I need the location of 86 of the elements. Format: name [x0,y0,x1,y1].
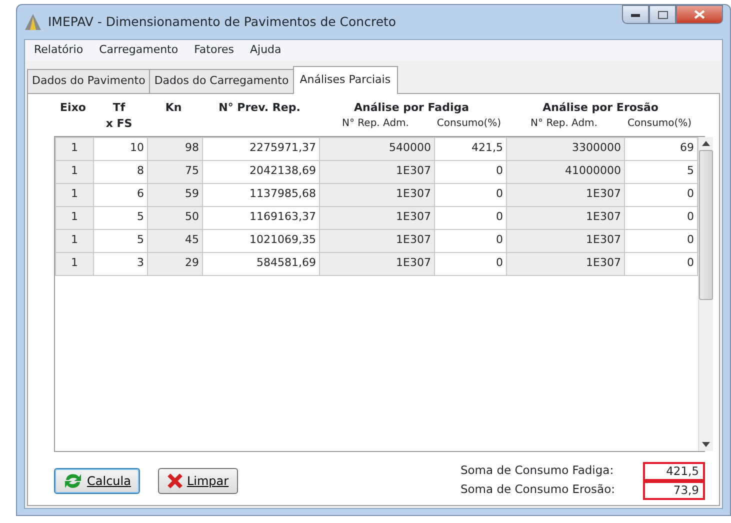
table-cell: 69 [624,137,698,160]
table-cell: 41000000 [506,160,624,183]
table-cell: 0 [624,252,698,275]
total-value: 73,9 [643,480,705,500]
table-cell: 1 [56,229,94,252]
table-cell: 0 [434,206,506,229]
table-cell: 5 [94,229,148,252]
table-cell: 1E307 [320,160,434,183]
maximize-button[interactable] [649,5,676,24]
table-cell: 1E307 [320,252,434,275]
vertical-scrollbar[interactable] [698,136,713,450]
table-cell: 1E307 [320,229,434,252]
column-header: Consumo(%) [436,118,502,129]
column-header: Consumo(%) [627,118,692,129]
table-cell: 1137985,68 [202,183,320,206]
table-cell: 1 [56,160,94,183]
clear-button[interactable]: Limpar [158,468,238,494]
x-icon [166,472,183,488]
table-cell: 3300000 [506,137,624,160]
table-cell: 0 [434,183,506,206]
table-cell: 8 [94,160,148,183]
tab[interactable]: Dados do Carregamento [149,69,294,92]
maximize-icon [658,10,668,18]
column-header: Kn [165,100,182,114]
table-cell: 2275971,37 [202,137,320,160]
group-header: Análise por Erosão [542,100,658,114]
table-cell: 1169163,37 [202,206,320,229]
table-cell: 0 [434,160,506,183]
table-cell: 29 [148,252,202,275]
menu-item[interactable]: Ajuda [243,40,288,61]
menu-item[interactable]: Carregamento [92,40,186,61]
calculate-button[interactable]: Calcula [54,468,140,494]
table-cell: 98 [148,137,202,160]
table-cell: 0 [624,206,698,229]
table-cell: 6 [94,183,148,206]
column-header: N° Rep. Adm. [530,118,598,129]
table-cell: 540000 [320,137,434,160]
table-cell: 1E307 [320,183,434,206]
table-cell: 5 [94,206,148,229]
table-cell: 0 [624,183,698,206]
table-cell: 10 [94,137,148,160]
table-cell: 584581,69 [202,252,320,275]
table-cell: 0 [434,229,506,252]
minimize-icon [631,12,640,16]
table-cell: 5 [624,160,698,183]
table-cell: 75 [148,160,202,183]
table-cell: 1E307 [506,206,624,229]
window-title: IMEPAV - Dimensionamento de Pavimentos de Concreto [48,12,396,31]
table-cell: 1021069,35 [202,229,320,252]
table-cell: 59 [148,183,202,206]
table-cell: 2042138,69 [202,160,320,183]
close-button[interactable] [676,5,723,24]
table-cell: 421,5 [434,137,506,160]
table-cell: 1 [56,206,94,229]
table-cell: 50 [148,206,202,229]
scroll-down-icon[interactable] [702,442,710,446]
table-cell: 1E307 [506,252,624,275]
refresh-icon [63,472,83,490]
total-label: Soma de Consumo Fadiga: [460,462,615,480]
total-label: Soma de Consumo Erosão: [460,481,615,498]
table-cell: 1 [56,252,94,275]
table-cell: 0 [434,252,506,275]
column-header: N° Rep. Adm. [342,118,409,129]
table-cell: 0 [624,229,698,252]
table-cell: 1 [56,183,94,206]
column-header: N° Prev. Rep. [218,100,300,114]
scrollbar-thumb[interactable] [699,150,713,300]
tab[interactable]: Dados do Pavimento [27,69,150,92]
menu-item[interactable]: Relatório [27,40,90,61]
table-cell: 3 [94,252,148,275]
minimize-button[interactable] [622,5,649,24]
table-cell: 1E307 [506,183,624,206]
column-header: Tf [112,100,126,114]
group-header: Análise por Fadiga [354,100,470,114]
menu-item[interactable]: Fatores [187,40,241,61]
column-header: Eixo [60,100,86,114]
total-value: 421,5 [643,462,705,480]
scroll-up-icon[interactable] [702,140,710,146]
column-header: x FS [106,116,132,130]
road-logo-icon [24,13,42,31]
table-cell: 45 [148,229,202,252]
table-cell: 1 [56,137,94,160]
table-cell: 1E307 [320,206,434,229]
table-cell: 1E307 [506,229,624,252]
tab[interactable]: Análises Parciais [292,66,398,94]
close-icon [694,10,705,19]
